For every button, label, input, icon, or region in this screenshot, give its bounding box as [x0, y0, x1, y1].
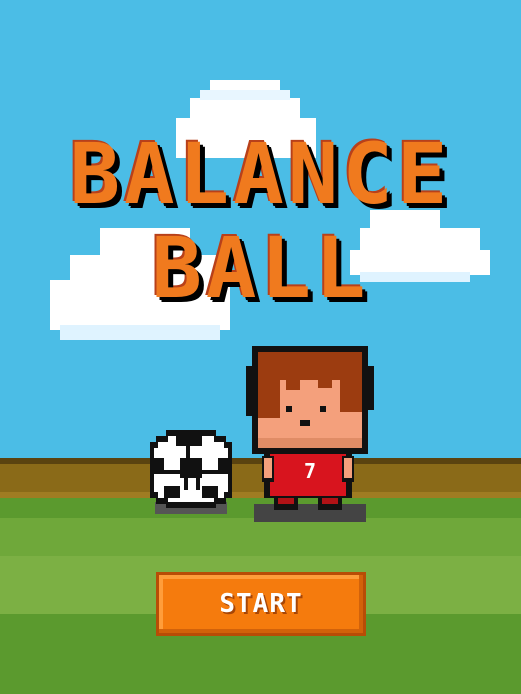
jersey-number: 7 [303, 459, 317, 483]
game-screen: BALANCE BALL 7 START [0, 0, 521, 694]
game-title-line-1: BALANCE [69, 125, 452, 223]
game-title-line-2: BALL [151, 219, 370, 317]
start-button[interactable]: START [156, 572, 366, 636]
